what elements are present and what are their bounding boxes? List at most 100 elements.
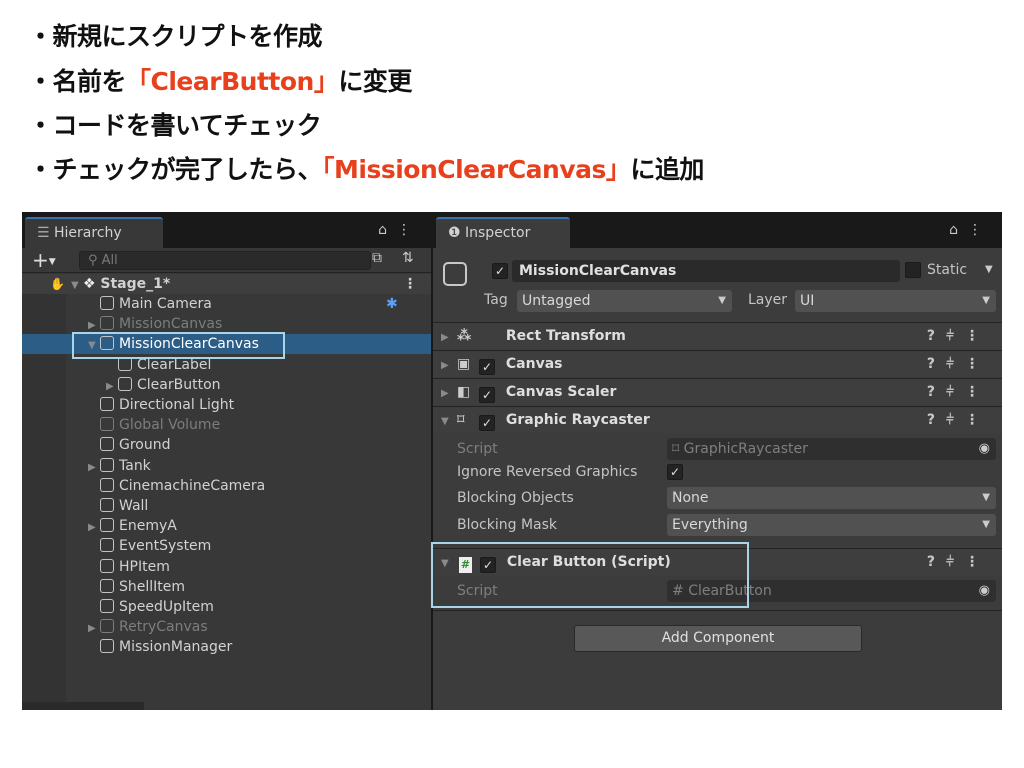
expand-arrow[interactable]: ▶ [88,458,100,478]
bullet-text: ・チェックが完了したら、 [28,155,323,184]
script-label: Script [457,441,498,457]
layer-label: Layer [748,292,788,308]
hierarchy-item[interactable]: ClearLabel [22,355,431,375]
target-icon[interactable]: ◉ [979,580,990,602]
item-label: HPItem [119,558,170,575]
expand-arrow[interactable]: ▶ [441,324,453,351]
expand-arrow[interactable]: ▼ [441,408,453,435]
search-input[interactable]: ⚲ All [79,251,371,270]
item-label: EventSystem [119,538,212,555]
add-component-button[interactable]: Add Component [574,625,862,652]
gameobject-icon [100,619,114,634]
hierarchy-item[interactable]: Main Camera ✱ [22,294,431,314]
component-icons[interactable]: ?⫩⋮ [927,407,990,434]
component-header[interactable]: ▶ ⁂ Rect Transform ?⫩⋮ [433,322,1002,349]
add-button[interactable]: +▼ [32,248,56,272]
bullet-text: に追加 [630,155,704,184]
gameobject-icon[interactable] [443,262,467,286]
tab-inspector[interactable]: ❶ Inspector [436,217,570,248]
expand-arrow[interactable]: ▶ [441,380,453,407]
expand-arrow[interactable]: ▶ [441,352,453,379]
expand-arrow[interactable]: ▼ [71,276,83,296]
static-dropdown[interactable]: ▼ [985,264,993,275]
item-label: CinemachineCamera [119,477,266,494]
hierarchy-item[interactable]: SpeedUpItem [22,597,431,617]
hidden-icon[interactable]: ✋ [50,277,65,291]
layer-dropdown[interactable]: UI ▼ [795,290,996,312]
hierarchy-item[interactable]: Wall [22,496,431,516]
sort-icon[interactable]: ⇅ [402,250,414,266]
enabled-checkbox[interactable]: ✓ [479,387,495,403]
hierarchy-panel: ☰ Hierarchy ⌂⋮ +▼ ⚲ All ⧉ ⇅ ✋ ▼ ❖ Stage_1*… [22,212,431,710]
blocking-mask-dropdown[interactable]: Everything ▼ [667,514,996,536]
hierarchy-item[interactable]: Global Volume [22,415,431,435]
tag-dropdown[interactable]: Untagged ▼ [517,290,732,312]
hierarchy-item[interactable]: ▼ MissionClearCanvas [22,334,431,356]
bullet-highlight: 「MissionClearCanvas」 [322,155,631,184]
hierarchy-toolbar: +▼ ⚲ All ⧉ ⇅ [22,248,431,273]
hierarchy-item[interactable]: CinemachineCamera [22,476,431,496]
expand-arrow[interactable]: ▼ [88,336,100,356]
more-icon[interactable]: ⋮ [403,274,417,294]
expand-arrow[interactable]: ▶ [106,377,118,397]
component-icons[interactable]: ?⫩⋮ [927,323,990,350]
divider [433,610,1002,611]
item-label: MissionClearCanvas [119,336,259,353]
bullet-1: ・新規にスクリプトを作成 [28,22,323,51]
target-icon[interactable]: ◉ [979,438,990,460]
enabled-checkbox[interactable]: ✓ [479,359,495,375]
hierarchy-item[interactable]: ShellItem [22,577,431,597]
lock-icon[interactable]: ⌂ [949,222,968,238]
hierarchy-item[interactable]: MissionManager [22,637,431,657]
dropdown-value: None [672,490,709,506]
hierarchy-item[interactable]: ▶ MissionCanvas [22,314,431,334]
item-label: MissionManager [119,639,233,656]
expand-arrow[interactable]: ▶ [88,518,100,538]
ignore-reversed-checkbox[interactable]: ✓ [667,464,683,480]
expand-arrow[interactable]: ▼ [441,550,453,577]
hierarchy-item[interactable]: ▶ ClearButton [22,375,431,395]
gameobject-icon [118,356,132,371]
component-header[interactable]: ▶ ◧ ✓ Canvas Scaler ?⫩⋮ [433,378,1002,405]
bottom-tab [22,702,144,710]
hierarchy-item[interactable]: ▶ Tank [22,456,431,476]
script-field[interactable]: ⌑ GraphicRaycaster ◉ [667,438,996,460]
enabled-checkbox[interactable]: ✓ [480,557,496,573]
panel-menu[interactable]: ⌂⋮ [949,222,992,238]
component-icons[interactable]: ?⫩⋮ [927,379,990,406]
tab-hierarchy[interactable]: ☰ Hierarchy [25,217,163,248]
component-icons[interactable]: ?⫩⋮ [927,351,990,378]
expand-icon[interactable]: ⧉ [372,250,382,266]
hierarchy-item[interactable]: ▶ EnemyA [22,516,431,536]
item-label: MissionCanvas [119,316,223,333]
camera-gizmo-icon[interactable]: ✱ [386,294,398,314]
enabled-checkbox[interactable]: ✓ [479,415,495,431]
object-name-input[interactable]: MissionClearCanvas [512,260,900,282]
hierarchy-item[interactable]: Directional Light [22,395,431,415]
hierarchy-item[interactable]: EventSystem [22,536,431,556]
more-icon[interactable]: ⋮ [397,222,421,238]
lock-icon[interactable]: ⌂ [378,222,397,238]
blocking-objects-dropdown[interactable]: None ▼ [667,487,996,509]
search-placeholder: All [101,253,118,268]
search-icon: ⚲ [88,253,102,268]
component-clear-button-script[interactable]: ▼ # ✓ Clear Button (Script) ?⫩⋮ [433,548,1002,575]
static-checkbox[interactable] [905,262,921,278]
expand-arrow[interactable]: ▶ [88,619,100,639]
hierarchy-item[interactable]: Ground [22,435,431,455]
panel-menu[interactable]: ⌂⋮ [378,222,421,238]
bullet-highlight: 「ClearButton」 [126,67,339,96]
more-icon[interactable]: ⋮ [968,222,992,238]
item-label: Wall [119,498,149,514]
hierarchy-item[interactable]: ▶ RetryCanvas [22,617,431,637]
script-field[interactable]: # ClearButton ◉ [667,580,996,602]
hierarchy-item[interactable]: HPItem [22,557,431,577]
scene-row[interactable]: ✋ ▼ ❖ Stage_1* ⋮ [22,274,431,294]
component-icons[interactable]: ?⫩⋮ [927,549,990,576]
active-checkbox[interactable]: ✓ [492,263,508,279]
component-header[interactable]: ▼ ⌑ ✓ Graphic Raycaster ?⫩⋮ [433,406,1002,433]
component-name: Rect Transform [505,328,626,344]
info-icon: ❶ [448,225,466,241]
expand-arrow[interactable]: ▶ [88,316,100,336]
component-header[interactable]: ▶ ▣ ✓ Canvas ?⫩⋮ [433,350,1002,377]
